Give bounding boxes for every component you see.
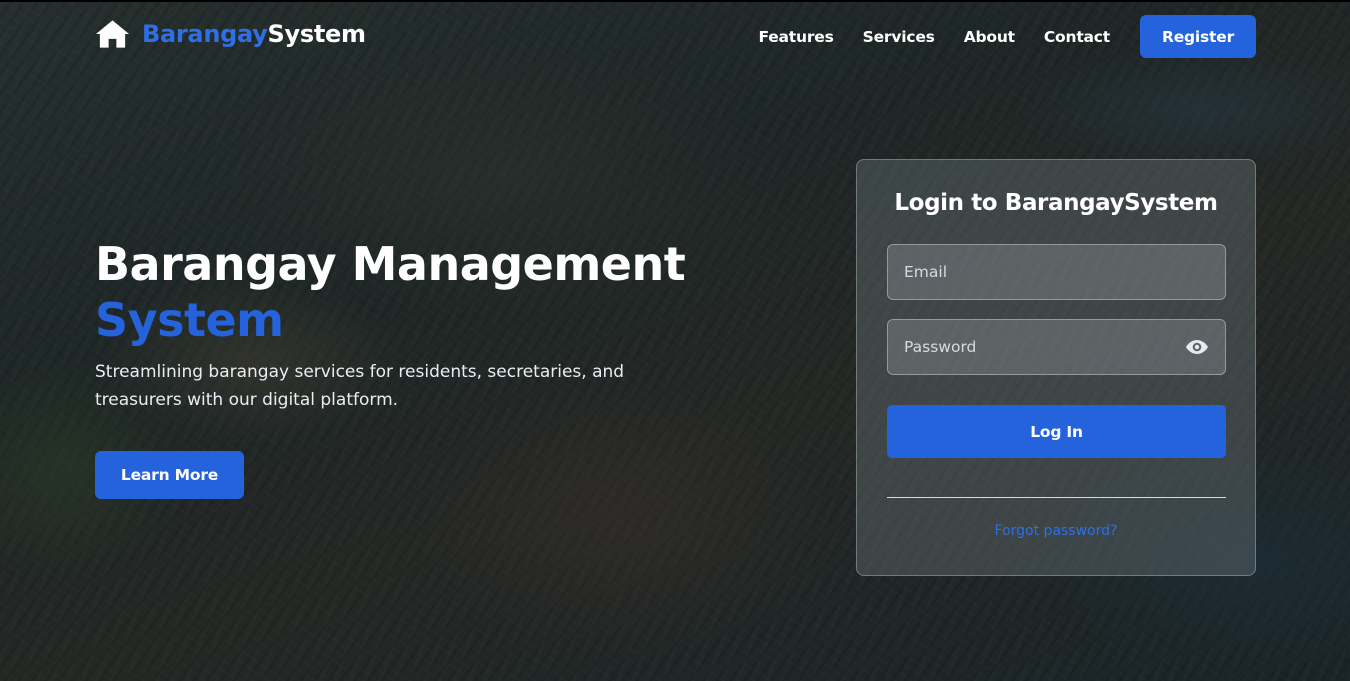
eye-icon[interactable]: [1185, 339, 1209, 355]
email-input[interactable]: [904, 263, 1209, 281]
brand-name-accent: Barangay: [142, 20, 268, 48]
brand-name: BarangaySystem: [142, 20, 366, 48]
forgot-password-link[interactable]: Forgot password?: [857, 523, 1255, 539]
hero-title-accent: System: [95, 293, 284, 347]
login-button[interactable]: Log In: [887, 405, 1226, 458]
divider: [887, 497, 1226, 498]
email-field-wrapper: [887, 244, 1226, 300]
navbar: BarangaySystem Features Services About C…: [0, 0, 1350, 72]
nav-link-about[interactable]: About: [964, 28, 1015, 46]
login-title: Login to BarangaySystem: [894, 190, 1218, 216]
login-card: Login to BarangaySystem Log In Forgot pa…: [856, 159, 1256, 576]
hero-title-line1: Barangay Management: [95, 237, 686, 291]
brand-logo[interactable]: BarangaySystem: [95, 19, 366, 49]
brand-name-main: System: [267, 20, 366, 48]
top-border: [0, 0, 1350, 2]
hero-subtitle: Streamlining barangay services for resid…: [95, 362, 625, 410]
learn-more-button[interactable]: Learn More: [95, 451, 244, 499]
password-field-wrapper: [887, 319, 1226, 375]
hero-section: Barangay Management System Streamlining …: [95, 236, 735, 499]
register-button[interactable]: Register: [1140, 15, 1256, 58]
nav-link-contact[interactable]: Contact: [1044, 28, 1110, 46]
hero-title: Barangay Management System: [95, 236, 735, 348]
home-icon: [95, 20, 130, 48]
nav-link-features[interactable]: Features: [758, 28, 833, 46]
nav-link-services[interactable]: Services: [863, 28, 935, 46]
password-input[interactable]: [904, 338, 1185, 356]
nav-links: Features Services About Contact Register: [758, 15, 1256, 58]
